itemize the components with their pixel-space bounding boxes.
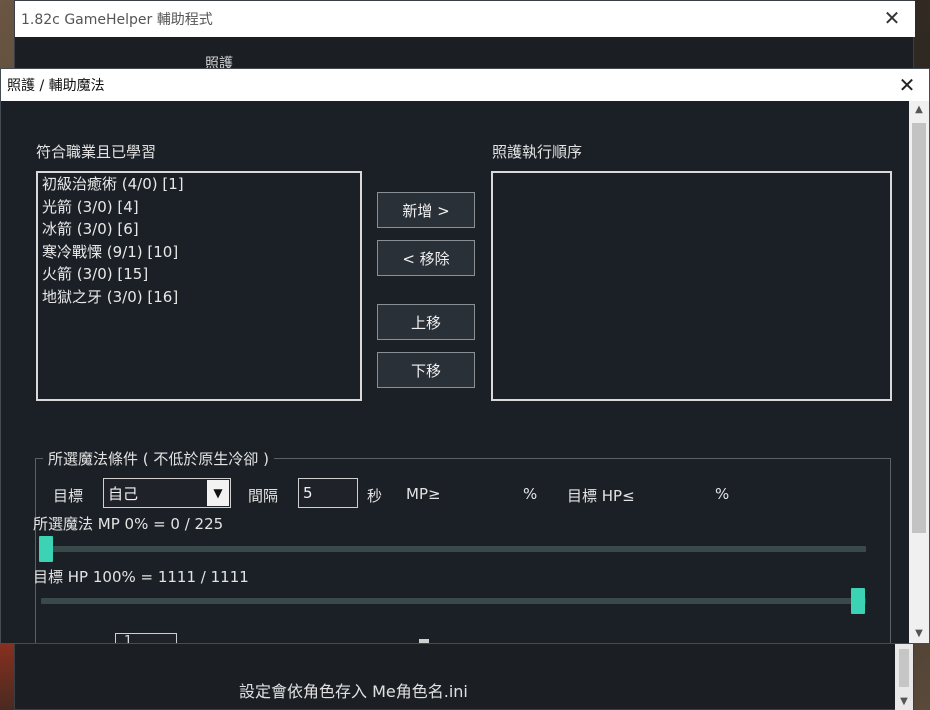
remove-button[interactable]: < 移除 (377, 240, 475, 276)
care-order-list[interactable] (491, 171, 892, 401)
dialog-titlebar: 照護 / 輔助魔法 ✕ (1, 69, 929, 101)
main-window-title: 1.82c GameHelper 輔助程式 (21, 12, 213, 28)
list-item[interactable]: 冰箭 (3/0) [6] (38, 218, 360, 241)
scroll-up-arrow-icon[interactable]: ▲ (909, 101, 929, 119)
scroll-down-arrow-icon[interactable]: ▼ (909, 625, 929, 643)
main-window-scrollbar[interactable]: ▼ (895, 641, 913, 710)
main-window-scrollbar-thumb[interactable] (899, 649, 909, 687)
list-item[interactable]: 初級治癒術 (4/0) [1] (38, 173, 360, 196)
dialog-body: 符合職業且已學習 照護執行順序 初級治癒術 (4/0) [1] 光箭 (3/0)… (1, 101, 909, 643)
partial-input-field[interactable]: 1 (115, 633, 177, 643)
target-select[interactable]: 自己 ▼ (103, 478, 231, 508)
dialog-title: 照護 / 輔助魔法 (7, 78, 105, 94)
save-hint-text: 設定會依角色存入 Me角色名.ini (239, 682, 468, 701)
mp-status-text: 所選魔法 MP 0% = 0 / 225 (33, 515, 224, 533)
mp-slider-track[interactable] (41, 546, 866, 552)
learned-spells-label: 符合職業且已學習 (36, 143, 157, 161)
mp-threshold-label: MP≥ (406, 485, 441, 503)
spell-conditions-title: 所選魔法條件 ( 不低於原生冷卻 ) (43, 448, 275, 469)
learned-spells-list[interactable]: 初級治癒術 (4/0) [1] 光箭 (3/0) [4] 冰箭 (3/0) [6… (36, 171, 362, 401)
interval-input[interactable]: 5 (298, 478, 358, 508)
list-item[interactable]: 光箭 (3/0) [4] (38, 196, 360, 219)
dialog-close-icon[interactable]: ✕ (895, 73, 919, 97)
care-support-magic-dialog: 照護 / 輔助魔法 ✕ 符合職業且已學習 照護執行順序 初級治癒術 (4/0) … (0, 68, 930, 644)
mp-slider-thumb[interactable] (39, 536, 53, 562)
target-select-value: 自己 (108, 484, 139, 503)
dialog-scrollbar[interactable]: ▲ ▼ (909, 101, 929, 643)
hp-slider-thumb[interactable] (851, 588, 865, 614)
add-button[interactable]: 新增 > (377, 192, 475, 228)
list-item[interactable]: 地獄之牙 (3/0) [16] (38, 286, 360, 309)
hp-slider-track[interactable] (41, 598, 866, 604)
list-item[interactable]: 火箭 (3/0) [15] (38, 263, 360, 286)
seconds-label: 秒 (367, 487, 383, 505)
move-up-button[interactable]: 上移 (377, 304, 475, 340)
dialog-scrollbar-thumb[interactable] (912, 123, 926, 533)
main-window-close-icon[interactable]: ✕ (881, 7, 903, 29)
target-hp-threshold-label: 目標 HP≤ (567, 487, 635, 505)
move-down-button[interactable]: 下移 (377, 352, 475, 388)
mp-percent-sign: % (523, 485, 538, 503)
list-item[interactable]: 寒冷戰慄 (9/1) [10] (38, 241, 360, 264)
care-order-label: 照護執行順序 (492, 143, 583, 161)
main-window-titlebar: 1.82c GameHelper 輔助程式 ✕ (15, 1, 915, 37)
partial-control-mark (419, 639, 429, 643)
chevron-down-icon[interactable]: ▼ (207, 480, 229, 506)
scroll-down-arrow-icon[interactable]: ▼ (895, 695, 913, 709)
hp-percent-sign: % (715, 485, 730, 503)
hp-status-text: 目標 HP 100% = 1111 / 1111 (33, 568, 249, 586)
target-label: 目標 (53, 487, 84, 505)
interval-label: 間隔 (248, 487, 279, 505)
